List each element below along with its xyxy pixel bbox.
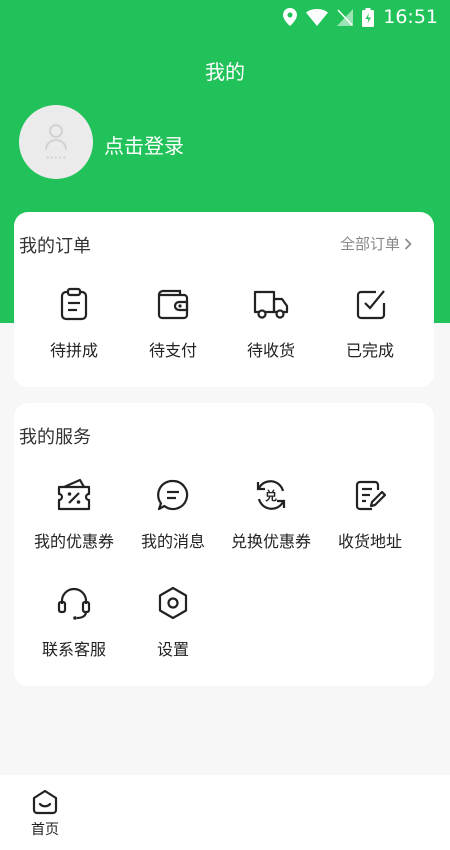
truck-icon [253, 286, 289, 322]
service-item-address[interactable]: 收货地址 [311, 477, 429, 552]
exchange-icon: 兑 [253, 477, 289, 513]
settings-icon [155, 585, 191, 621]
avatar-caption: ••••• [45, 154, 67, 162]
message-icon [155, 477, 191, 513]
status-time: 16:51 [383, 6, 438, 28]
tab-home-label: 首页 [31, 822, 59, 838]
wallet-icon [155, 286, 191, 322]
no-signal-icon [337, 8, 354, 26]
order-item-label: 待收货 [246, 341, 295, 360]
service-item-label: 我的消息 [140, 532, 205, 551]
avatar[interactable]: ••••• [19, 105, 93, 179]
wifi-icon [306, 8, 329, 26]
service-item-label: 兑换优惠券 [230, 532, 311, 551]
login-link[interactable]: 点击登录 [104, 130, 184, 159]
order-item-completed[interactable]: 已完成 [311, 286, 429, 361]
status-bar: 16:51 [0, 0, 450, 34]
service-item-label: 我的优惠券 [33, 532, 114, 551]
order-item-label: 已完成 [345, 341, 394, 360]
default-avatar-icon [45, 124, 67, 151]
orders-title: 我的订单 [19, 236, 91, 257]
location-icon [283, 8, 298, 26]
service-item-settings[interactable]: 设置 [114, 585, 232, 660]
all-orders-link[interactable]: 全部订单 [340, 233, 412, 254]
clipboard-icon [56, 286, 92, 322]
chevron-right-icon [404, 237, 412, 250]
headset-icon [56, 585, 92, 621]
svg-text:兑: 兑 [265, 488, 277, 503]
service-item-label: 联系客服 [41, 640, 106, 659]
bottom-tab-bar: 首页 [0, 775, 450, 850]
service-item-label: 设置 [156, 640, 189, 659]
home-face-icon [32, 789, 58, 815]
battery-charging-icon [362, 7, 375, 27]
service-item-label: 收货地址 [337, 532, 402, 551]
order-item-label: 待拼成 [49, 341, 98, 360]
tab-home[interactable]: 首页 [22, 789, 68, 839]
all-orders-label: 全部订单 [339, 235, 400, 253]
order-item-label: 待支付 [148, 341, 197, 360]
address-icon [352, 477, 388, 513]
page-title: 我的 [205, 60, 245, 84]
services-title: 我的服务 [19, 427, 91, 448]
checkbox-icon [352, 286, 388, 322]
coupon-icon [56, 477, 92, 513]
